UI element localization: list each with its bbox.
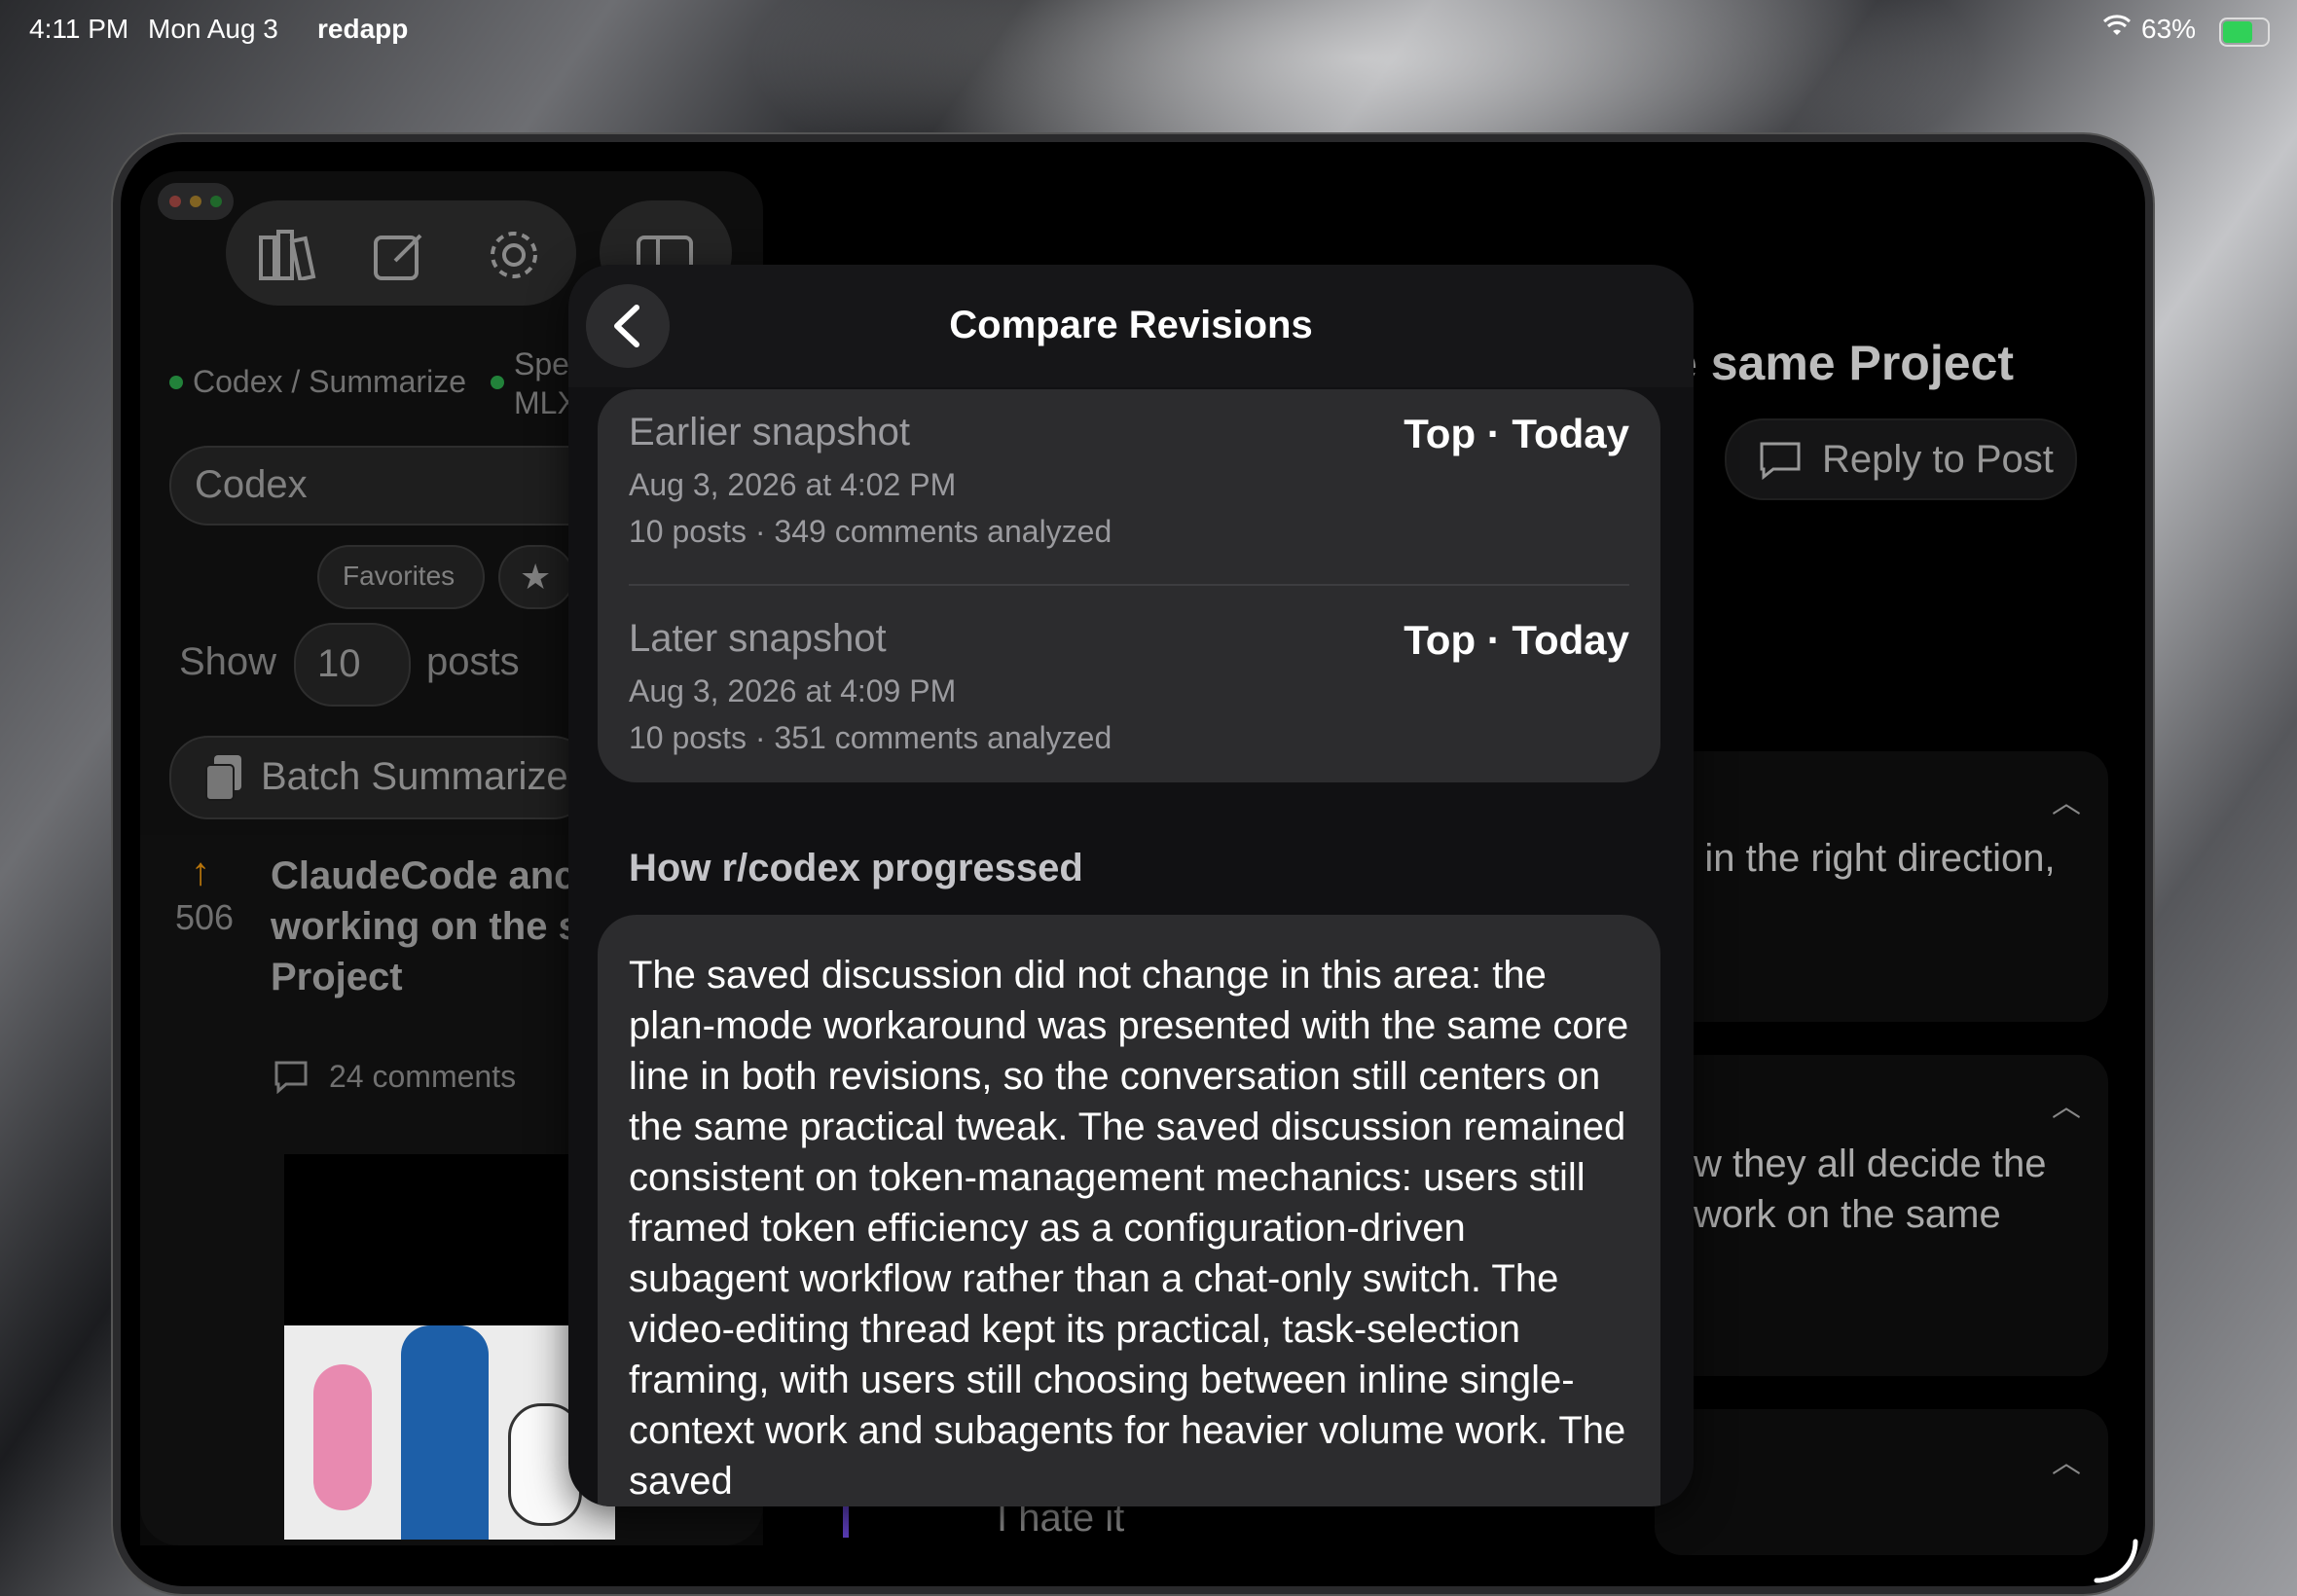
search-input-value: Codex <box>195 463 308 506</box>
tag-codex-summarize[interactable]: Codex / Summarize <box>193 364 466 400</box>
favorites-button[interactable]: Favorites <box>317 545 485 609</box>
tag-spe[interactable]: Spe <box>514 346 569 382</box>
star-icon: ★ <box>520 557 552 597</box>
reply-bubble-icon <box>1758 440 1803 486</box>
summary-text: The saved discussion did not change in t… <box>629 954 1629 1503</box>
battery-percent: 63% <box>2141 14 2197 44</box>
favorites-label: Favorites <box>343 561 456 591</box>
post-count-value: 10 <box>317 642 361 685</box>
comment-text: g in the right direction, <box>1672 837 2056 880</box>
batch-summarize-button[interactable]: Batch Summarize <box>169 736 592 819</box>
star-button[interactable]: ★ <box>498 545 574 609</box>
snapshots-card: Earlier snapshot Top · Today Aug 3, 2026… <box>598 389 1660 782</box>
reply-to-post-button[interactable]: Reply to Post <box>1725 418 2077 500</box>
post-thumbnail[interactable] <box>284 1154 615 1540</box>
comment-text: work on the same <box>1694 1193 2001 1236</box>
status-app-name: redapp <box>317 14 409 44</box>
post-score: 506 <box>175 897 235 937</box>
later-snapshot-label: Later snapshot <box>629 617 887 660</box>
later-snapshot-stats: 10 posts · 351 comments analyzed <box>629 720 1112 755</box>
batch-summarize-label: Batch Summarize <box>261 755 568 798</box>
collapse-chevron-icon[interactable]: ︿ <box>2052 779 2081 821</box>
comment-text: w they all decide the <box>1694 1143 2047 1185</box>
collapse-chevron-icon[interactable]: ︿ <box>2052 1438 2081 1481</box>
section-heading: How r/codex progressed <box>629 847 1083 889</box>
upvote-icon[interactable]: ↑ <box>191 851 210 894</box>
post-title-line: Project <box>271 956 403 998</box>
compare-revisions-sheet: Compare Revisions Earlier snapshot Top ·… <box>568 265 1694 1506</box>
summary-card[interactable]: The saved discussion did not change in t… <box>598 915 1660 1506</box>
battery-icon <box>2219 18 2270 47</box>
compose-icon[interactable] <box>374 230 426 285</box>
sheet-title: Compare Revisions <box>949 304 1313 346</box>
tag-dot <box>491 376 504 389</box>
later-snapshot-badge: Top · Today <box>1404 617 1629 663</box>
comment-card[interactable] <box>1655 1409 2108 1555</box>
posts-label: posts <box>426 640 520 683</box>
post-title-line: ClaudeCode anc <box>271 854 576 897</box>
collapse-chevron-icon[interactable]: ︿ <box>2052 1082 2081 1125</box>
cartoon-image <box>284 1325 615 1540</box>
post-title-line: working on the s <box>271 905 580 948</box>
library-icon[interactable] <box>259 230 317 285</box>
post-heading: e same Project <box>1670 336 2014 390</box>
later-snapshot-datetime: Aug 3, 2026 at 4:09 PM <box>629 673 957 708</box>
show-label: Show <box>179 640 277 683</box>
earlier-snapshot-label: Earlier snapshot <box>629 411 911 453</box>
search-input[interactable]: Codex <box>169 446 621 526</box>
status-time: 4:11 PM <box>29 14 129 44</box>
comment-icon <box>273 1059 310 1099</box>
post-comments-count[interactable]: 24 comments <box>329 1059 516 1095</box>
post-title[interactable]: ClaudeCode anc working on the s Project <box>271 851 580 1002</box>
sidebar-toolbar <box>226 200 576 306</box>
tag-dot <box>169 376 183 389</box>
divider <box>629 584 1629 586</box>
status-date: Mon Aug 3 <box>148 14 278 44</box>
reply-to-post-label: Reply to Post <box>1822 438 2054 481</box>
resize-handle-icon[interactable] <box>2091 1536 2139 1589</box>
document-icon <box>204 753 243 807</box>
post-count-field[interactable]: 10 <box>294 623 411 707</box>
wifi-icon <box>2102 14 2132 46</box>
earlier-snapshot-badge: Top · Today <box>1404 411 1629 456</box>
gear-icon[interactable] <box>487 228 541 287</box>
earlier-snapshot-stats: 10 posts · 349 comments analyzed <box>629 514 1112 549</box>
comment-card[interactable] <box>1655 751 2108 1022</box>
earlier-snapshot-datetime: Aug 3, 2026 at 4:02 PM <box>629 467 957 502</box>
sheet-header: Compare Revisions <box>568 265 1694 387</box>
